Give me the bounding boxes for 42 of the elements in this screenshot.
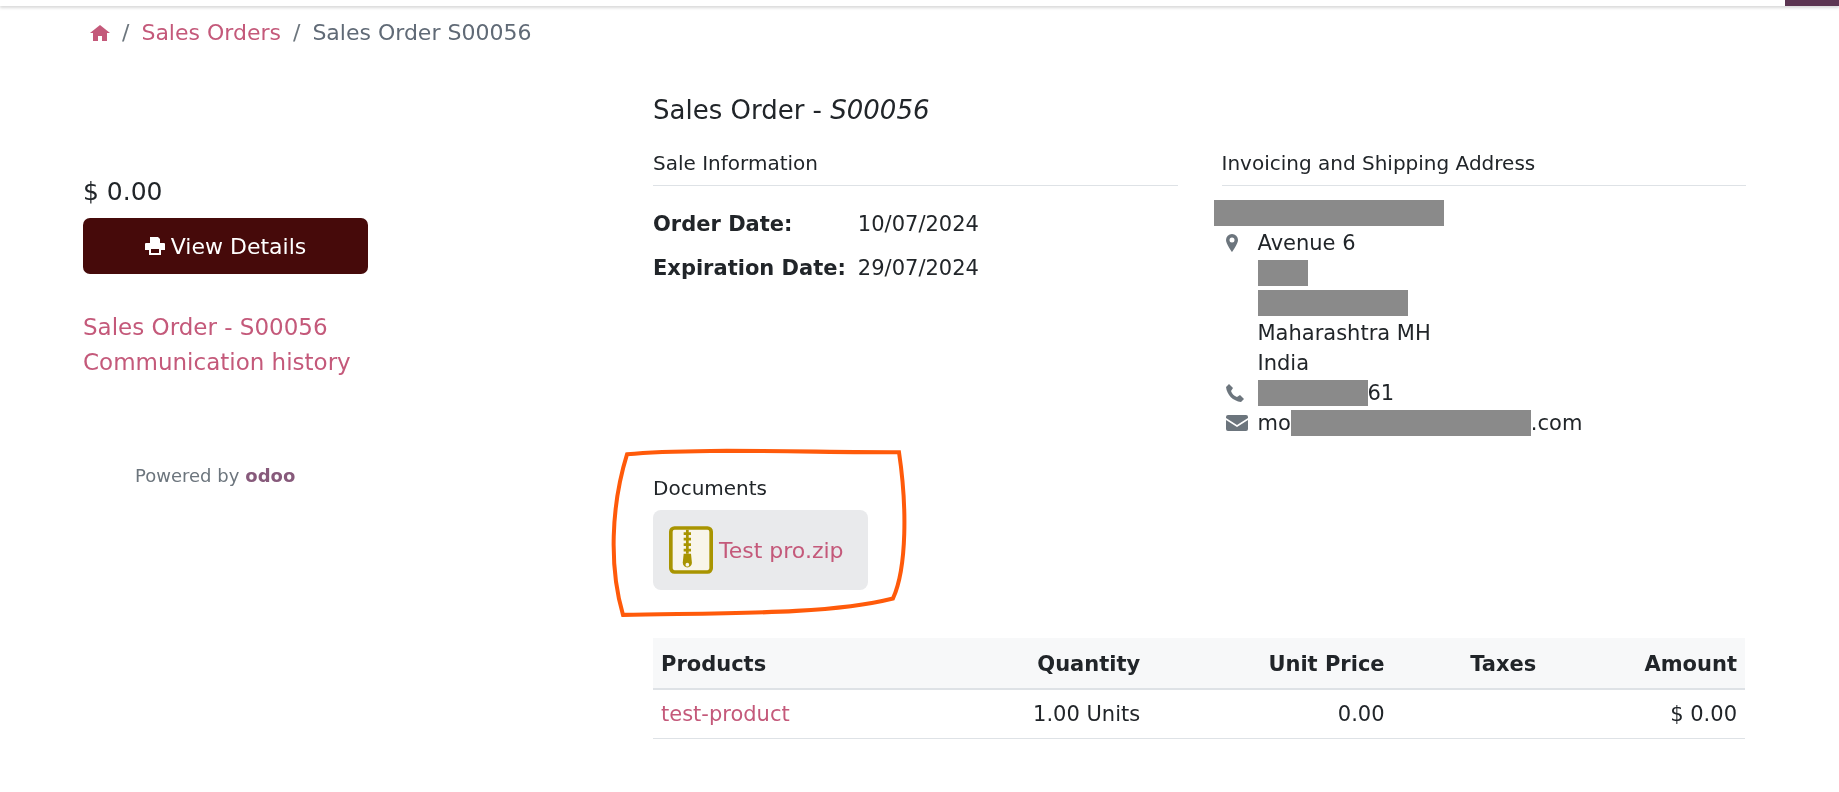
redaction-mark: [1257, 260, 1308, 286]
column-header: Taxes: [1392, 638, 1545, 689]
zip-file-icon: [669, 526, 713, 574]
sidebar-link[interactable]: Sales Order - S00056: [83, 314, 653, 340]
address-fragment: mo: [1257, 411, 1291, 435]
table-cell: 0.00: [1337, 702, 1385, 726]
column-header: Amount: [1544, 638, 1745, 689]
column-header: Unit Price: [1148, 638, 1393, 689]
section-heading: Invoicing and Shipping Address: [1221, 151, 1746, 186]
document-attachment[interactable]: Test pro.zip: [653, 510, 868, 590]
location-pin-icon: [1225, 234, 1238, 252]
order-total: $ 0.00: [83, 177, 164, 206]
breadcrumb-link[interactable]: Sales Orders: [141, 20, 281, 45]
breadcrumb-separator: /: [122, 20, 130, 45]
printer-icon: [144, 237, 165, 255]
address-line: India: [1257, 351, 1310, 375]
address-line: Maharashtra MH: [1257, 321, 1431, 345]
powered-by-text: Powered by: [135, 465, 240, 486]
mail-icon: [1225, 415, 1248, 431]
field-value: 10/07/2024: [857, 212, 979, 236]
sidebar-link[interactable]: Communication history: [83, 349, 653, 375]
address-fragment: .com: [1530, 411, 1583, 435]
field-value: 29/07/2024: [857, 256, 979, 280]
field-label: Order Date:: [653, 212, 794, 236]
section-heading: Sale Information: [653, 151, 1178, 186]
column-header: Quantity: [920, 638, 1149, 689]
corner-mark: [1785, 0, 1839, 6]
table-cell: 1.00 Units: [1033, 702, 1141, 726]
product-link[interactable]: test-product: [661, 702, 790, 726]
breadcrumb-separator: /: [292, 20, 301, 45]
field-label: Expiration Date:: [653, 256, 846, 280]
section-heading: Documents: [653, 476, 769, 502]
address-line: Avenue 6: [1257, 231, 1356, 255]
breadcrumb-current: Sales Order S00056: [312, 20, 532, 45]
address-fragment: 61: [1367, 381, 1395, 405]
phone-icon: [1225, 384, 1244, 402]
home-icon[interactable]: [90, 24, 110, 41]
view-details-button[interactable]: View Details: [83, 218, 368, 274]
brand-logo[interactable]: odoo: [245, 465, 296, 486]
table-cell: $ 0.00: [1670, 702, 1737, 726]
column-header: Products: [653, 638, 921, 689]
page-title: Sales Order - S00056: [653, 95, 931, 125]
